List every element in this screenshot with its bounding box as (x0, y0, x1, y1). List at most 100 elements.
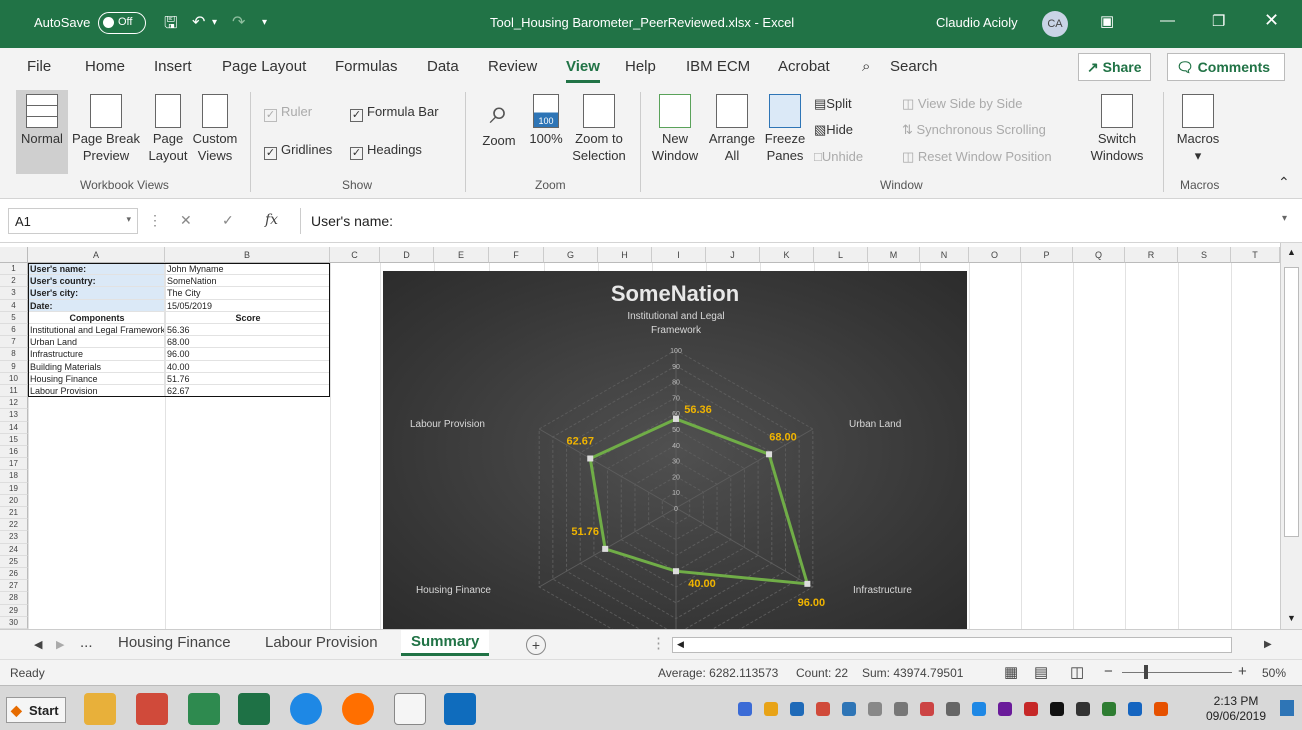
tray-icon[interactable] (1024, 702, 1038, 716)
zoom-to-selection-button[interactable]: Zoom to Selection (568, 94, 630, 164)
customize-qat-icon[interactable]: ▾ (262, 17, 267, 28)
column-header-H[interactable]: H (598, 247, 652, 263)
tab-splitter-icon[interactable]: ⋮ (651, 634, 666, 652)
column-header-N[interactable]: N (920, 247, 969, 263)
page-layout-button[interactable]: Page Layout (144, 94, 192, 164)
search-label[interactable]: Search (890, 58, 938, 75)
info-value-cell[interactable]: The City (165, 287, 330, 300)
show-desktop-icon[interactable] (1280, 700, 1294, 716)
info-value-cell[interactable]: John Myname (165, 263, 330, 276)
status-sum[interactable]: Sum: 43974.79501 (862, 666, 963, 680)
arrange-all-button[interactable]: Arrange All (704, 94, 760, 164)
tab-view[interactable]: View (566, 58, 600, 83)
column-header-T[interactable]: T (1231, 247, 1280, 263)
restore-icon[interactable]: ❐ (1212, 12, 1225, 30)
file-manager-icon[interactable] (84, 693, 116, 725)
select-all-corner[interactable] (0, 247, 28, 263)
column-header-L[interactable]: L (814, 247, 868, 263)
comments-button[interactable]: 🗨 Comments (1167, 53, 1285, 81)
vertical-scrollbar[interactable]: ▲ ▼ (1280, 243, 1302, 629)
column-header-A[interactable]: A (28, 247, 165, 263)
tray-icon[interactable] (764, 702, 778, 716)
info-label-cell[interactable]: User's country: (28, 275, 165, 288)
column-header-B[interactable]: B (165, 247, 330, 263)
status-count[interactable]: Count: 22 (796, 666, 848, 680)
close-icon[interactable]: ✕ (1264, 10, 1279, 31)
column-header-R[interactable]: R (1125, 247, 1178, 263)
formula-input[interactable]: User's name: (300, 208, 1290, 234)
scroll-up-icon[interactable]: ▲ (1287, 247, 1296, 257)
minimize-icon[interactable]: — (1160, 12, 1175, 29)
component-score-cell[interactable]: 56.36 (165, 324, 330, 337)
excel-icon[interactable] (238, 693, 270, 725)
row-header-18[interactable]: 18 (0, 470, 28, 483)
tab-labour-provision[interactable]: Labour Provision (265, 634, 378, 651)
outlook-icon[interactable] (444, 693, 476, 725)
component-name-cell[interactable]: Building Materials (28, 360, 165, 373)
component-name-cell[interactable]: Institutional and Legal Framework (28, 324, 165, 337)
row-header-5[interactable]: 5 (0, 311, 28, 324)
row-header-24[interactable]: 24 (0, 543, 28, 556)
undo-icon[interactable]: ↶ (192, 12, 205, 32)
info-value-cell[interactable]: SomeNation (165, 275, 330, 288)
autosave-toggle[interactable]: Off (98, 12, 146, 34)
tray-icon[interactable] (1128, 702, 1142, 716)
row-header-1[interactable]: 1 (0, 263, 28, 276)
undo-dropdown-icon[interactable]: ▾ (212, 17, 217, 28)
more-sheets[interactable]: ... (80, 634, 93, 651)
component-score-cell[interactable]: 62.67 (165, 385, 330, 398)
info-label-cell[interactable]: User's name: (28, 263, 165, 276)
tray-icon[interactable] (1154, 702, 1168, 716)
page-layout-view-icon[interactable]: ▤ (1034, 663, 1048, 681)
scroll-thumb[interactable] (1284, 267, 1299, 537)
component-score-cell[interactable]: 51.76 (165, 372, 330, 385)
column-header-O[interactable]: O (969, 247, 1021, 263)
tray-icon[interactable] (920, 702, 934, 716)
tray-icon[interactable] (842, 702, 856, 716)
zoom-button[interactable]: ⌕ Zoom (474, 92, 524, 149)
row-header-23[interactable]: 23 (0, 531, 28, 544)
search-icon[interactable]: ⌕ (862, 58, 870, 75)
new-window-button[interactable]: New Window (648, 94, 702, 164)
row-header-2[interactable]: 2 (0, 275, 28, 288)
tab-insert[interactable]: Insert (154, 58, 192, 75)
tab-home[interactable]: Home (85, 58, 125, 75)
column-header-I[interactable]: I (652, 247, 706, 263)
column-header-E[interactable]: E (434, 247, 489, 263)
expand-formula-icon[interactable]: ▾ (1282, 213, 1287, 224)
component-name-cell[interactable]: Urban Land (28, 336, 165, 349)
tray-icon[interactable] (894, 702, 908, 716)
row-header-7[interactable]: 7 (0, 336, 28, 349)
column-header-F[interactable]: F (489, 247, 544, 263)
tab-data[interactable]: Data (427, 58, 459, 75)
tray-icon[interactable] (738, 702, 752, 716)
normal-view-icon[interactable]: ▦ (1004, 663, 1018, 681)
tray-icon[interactable] (816, 702, 830, 716)
tab-acrobat[interactable]: Acrobat (778, 58, 830, 75)
gridlines-checkbox[interactable]: ✓ Gridlines (264, 142, 332, 160)
row-header-3[interactable]: 3 (0, 287, 28, 300)
skype-icon[interactable] (290, 693, 322, 725)
tray-icon[interactable] (1050, 702, 1064, 716)
row-header-12[interactable]: 12 (0, 397, 28, 410)
switch-windows-button[interactable]: Switch Windows (1082, 94, 1152, 164)
tab-file[interactable]: File (27, 58, 51, 75)
media-player-icon[interactable] (342, 693, 374, 725)
tray-icon[interactable] (998, 702, 1012, 716)
row-header-22[interactable]: 22 (0, 519, 28, 532)
enter-icon[interactable]: ✓ (222, 212, 234, 229)
column-header-P[interactable]: P (1021, 247, 1073, 263)
row-header-9[interactable]: 9 (0, 360, 28, 373)
tab-ibm-ecm[interactable]: IBM ECM (686, 58, 750, 75)
row-header-26[interactable]: 26 (0, 568, 28, 581)
row-header-6[interactable]: 6 (0, 324, 28, 337)
cancel-icon[interactable]: ✕ (180, 212, 192, 229)
add-sheet-icon[interactable]: + (526, 635, 546, 655)
column-header-K[interactable]: K (760, 247, 814, 263)
prev-sheet-icon[interactable]: ◀ (34, 638, 42, 651)
tab-housing-finance[interactable]: Housing Finance (118, 634, 231, 651)
tab-help[interactable]: Help (625, 58, 656, 75)
clock[interactable]: 2:13 PM 09/06/2019 (1196, 694, 1276, 724)
row-header-10[interactable]: 10 (0, 372, 28, 385)
tray-icon[interactable] (1076, 702, 1090, 716)
